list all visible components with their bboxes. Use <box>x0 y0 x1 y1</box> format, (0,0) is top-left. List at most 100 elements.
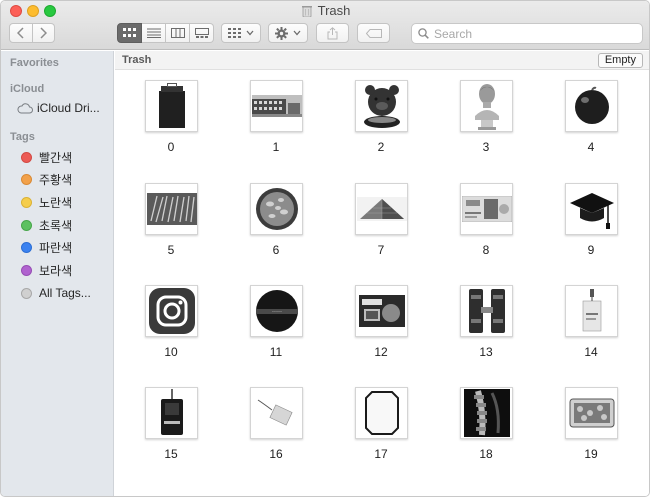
bowl-photo-icon <box>250 183 303 235</box>
file-label: 6 <box>272 243 280 257</box>
window-title: Trash <box>317 3 351 18</box>
hanging-bags-photo-icon <box>460 285 513 337</box>
gallery-icon <box>194 28 209 38</box>
search-icon <box>418 28 429 39</box>
gear-icon <box>275 26 288 40</box>
building-photo-icon <box>250 80 303 132</box>
file-item[interactable]: 5 <box>131 183 211 263</box>
file-item[interactable]: 10 <box>131 285 211 365</box>
sidebar-item-label: 보라색 <box>39 263 73 278</box>
snack-package-photo-icon <box>355 285 408 337</box>
file-label: 13 <box>479 345 493 359</box>
all-tags-icon <box>21 287 32 299</box>
tag-card-photo-icon <box>565 285 618 337</box>
icon-grid-icon <box>122 28 136 37</box>
favorites-heading: Favorites <box>10 57 59 69</box>
food-tray-photo-icon <box>565 387 618 439</box>
share-button[interactable] <box>316 23 349 43</box>
file-label: 0 <box>167 140 175 154</box>
group-grid-icon <box>228 28 241 38</box>
icon-view-button[interactable] <box>117 23 142 43</box>
list-icon <box>146 28 161 38</box>
file-label: 1 <box>272 140 280 154</box>
sidebar-item-tag-orange[interactable]: 주황색 <box>10 169 72 189</box>
file-item[interactable]: 13 <box>446 285 526 365</box>
sidebar: Favorites iCloud iCloud Dri... Tags 빨간색 … <box>1 51 114 496</box>
file-label: 4 <box>587 140 595 154</box>
sidebar-item-label: 파란색 <box>39 240 73 255</box>
group-by-button[interactable] <box>221 23 261 43</box>
sidebar-item-tag-blue[interactable]: 파란색 <box>10 237 72 257</box>
file-label: 11 <box>269 345 283 359</box>
tag-color-dot-icon <box>21 196 32 208</box>
sidebar-item-icloud-drive[interactable]: iCloud Dri... <box>10 98 100 118</box>
chevron-left-icon <box>16 27 24 39</box>
pyramid-photo-icon <box>355 183 408 235</box>
sidebar-item-label: 빨간색 <box>39 150 73 165</box>
file-label: 10 <box>164 345 178 359</box>
graduation-cap-photo-icon <box>565 183 618 235</box>
file-item[interactable]: 18 <box>446 387 526 467</box>
apple-photo-icon <box>565 80 618 132</box>
file-item[interactable]: 4 <box>551 80 631 160</box>
file-item[interactable]: 8 <box>446 183 526 263</box>
file-label: 15 <box>164 447 178 461</box>
mirror-photo-icon <box>355 387 408 439</box>
bear-figure-photo-icon <box>355 80 408 132</box>
action-menu-button[interactable] <box>268 23 308 43</box>
tag-color-dot-icon <box>21 151 32 163</box>
id-badge-photo-icon <box>145 387 198 439</box>
file-browser: Trash Empty 0 1 2 3 4 5 6 7 8 9 10 ~~~~~… <box>115 51 649 496</box>
file-label: 14 <box>584 345 598 359</box>
file-item[interactable]: 7 <box>341 183 421 263</box>
file-item[interactable]: 16 <box>236 387 316 467</box>
list-view-button[interactable] <box>142 23 166 43</box>
price-tag-photo-icon <box>250 387 303 439</box>
file-item[interactable]: ~~~~~ 11 <box>236 285 316 365</box>
sticks-photo-icon <box>145 183 198 235</box>
file-item[interactable]: 15 <box>131 387 211 467</box>
sidebar-item-tag-purple[interactable]: 보라색 <box>10 260 72 280</box>
file-item[interactable]: 6 <box>236 183 316 263</box>
compact-case-photo-icon: ~~~~~ <box>250 285 303 337</box>
edit-tags-button[interactable] <box>357 23 390 43</box>
file-label: 18 <box>479 447 493 461</box>
trash-bin-photo-icon <box>145 80 198 132</box>
search-input[interactable] <box>434 26 634 41</box>
tag-color-dot-icon <box>21 173 32 185</box>
file-item[interactable]: 3 <box>446 80 526 160</box>
sidebar-item-tag-yellow[interactable]: 노란색 <box>10 192 72 212</box>
sidebar-item-label: 주황색 <box>39 172 73 187</box>
file-item[interactable]: 0 <box>131 80 211 160</box>
sidebar-item-all-tags[interactable]: All Tags... <box>10 283 91 303</box>
file-item[interactable]: 2 <box>341 80 421 160</box>
sidebar-item-tag-red[interactable]: 빨간색 <box>10 147 72 167</box>
file-item[interactable]: 1 <box>236 80 316 160</box>
file-item[interactable]: 17 <box>341 387 421 467</box>
column-view-button[interactable] <box>166 23 190 43</box>
file-label: 19 <box>584 447 598 461</box>
file-item[interactable]: 19 <box>551 387 631 467</box>
sidebar-item-tag-green[interactable]: 초록색 <box>10 215 72 235</box>
forward-button[interactable] <box>32 23 55 43</box>
file-label: 16 <box>269 447 283 461</box>
tag-color-dot-icon <box>21 219 32 231</box>
columns-icon <box>170 28 185 38</box>
file-label: 2 <box>377 140 385 154</box>
empty-trash-button[interactable]: Empty <box>597 53 643 68</box>
svg-text:~~~~~: ~~~~~ <box>271 310 281 314</box>
sidebar-item-label: 노란색 <box>39 195 73 210</box>
view-mode-selector <box>117 23 214 43</box>
navigation-buttons <box>9 23 55 43</box>
file-label: 8 <box>482 243 490 257</box>
chevron-down-icon <box>246 30 254 36</box>
file-item[interactable]: 14 <box>551 285 631 365</box>
file-item[interactable]: 12 <box>341 285 421 365</box>
back-button[interactable] <box>9 23 33 43</box>
search-field[interactable] <box>411 23 643 44</box>
folder-title: Trash <box>122 54 152 66</box>
gallery-view-button[interactable] <box>190 23 214 43</box>
banknote-photo-icon <box>460 183 513 235</box>
chevron-right-icon <box>40 27 48 39</box>
file-item[interactable]: 9 <box>551 183 631 263</box>
